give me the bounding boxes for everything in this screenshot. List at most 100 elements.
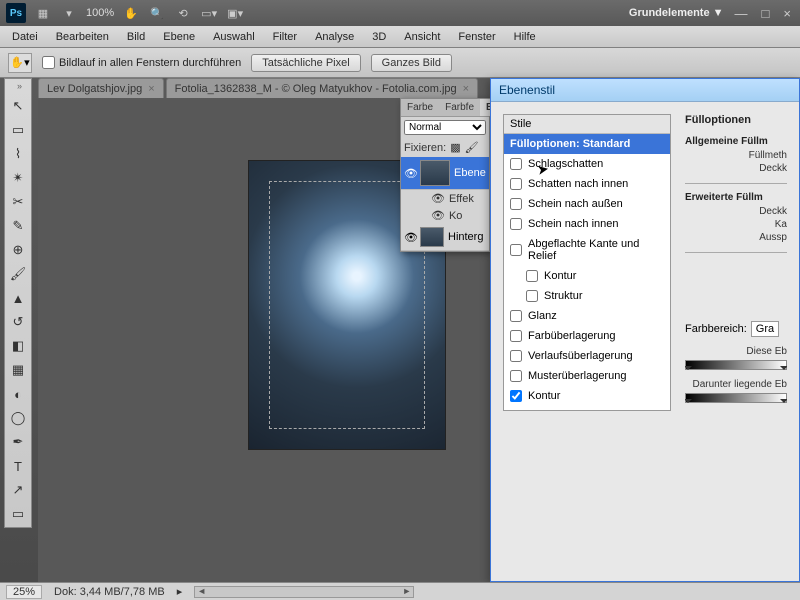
- layer-effect-item[interactable]: 👁Ko: [401, 207, 489, 224]
- layer-name[interactable]: Ebene: [454, 167, 486, 179]
- app-logo: Ps: [6, 3, 26, 23]
- this-layer-label: Diese Eb: [685, 345, 787, 358]
- menu-filter[interactable]: Filter: [265, 29, 305, 45]
- heal-tool[interactable]: ⊕: [7, 239, 29, 261]
- status-doc-size: Dok: 3,44 MB/7,78 MB: [54, 586, 165, 598]
- rotate-icon[interactable]: ⟲: [174, 4, 192, 22]
- visibility-icon[interactable]: 👁: [431, 209, 445, 222]
- underlying-slider[interactable]: [685, 393, 787, 403]
- document-tab-1[interactable]: Lev Dolgatshjov.jpg×: [38, 78, 164, 98]
- scroll-all-checkbox[interactable]: Bildlauf in allen Fenstern durchführen: [42, 56, 241, 69]
- style-inner-glow[interactable]: Schein nach innen: [504, 214, 670, 234]
- menu-fenster[interactable]: Fenster: [450, 29, 503, 45]
- crop-tool[interactable]: ✂: [7, 191, 29, 213]
- screen-mode-icon[interactable]: ▣▾: [226, 4, 244, 22]
- menu-ebene[interactable]: Ebene: [155, 29, 203, 45]
- visibility-icon[interactable]: 👁: [404, 167, 416, 179]
- minimize-button[interactable]: —: [732, 6, 751, 21]
- zoom-level[interactable]: 100%: [86, 7, 114, 19]
- options-bar: ✋▾ Bildlauf in allen Fenstern durchführe…: [0, 48, 800, 78]
- style-contour[interactable]: Kontur: [504, 266, 670, 286]
- menu-datei[interactable]: Datei: [4, 29, 46, 45]
- blur-tool[interactable]: ◐: [7, 383, 29, 405]
- style-bevel-emboss[interactable]: Abgeflachte Kante und Relief: [504, 234, 670, 266]
- gradient-tool[interactable]: ▦: [7, 359, 29, 381]
- style-texture[interactable]: Struktur: [504, 286, 670, 306]
- general-fill-label: Allgemeine Füllm: [685, 136, 787, 147]
- blend-mode-select[interactable]: Normal: [404, 120, 486, 135]
- path-tool[interactable]: ↗: [7, 479, 29, 501]
- menu-auswahl[interactable]: Auswahl: [205, 29, 263, 45]
- visibility-icon[interactable]: 👁: [404, 231, 416, 243]
- layer-thumbnail[interactable]: [420, 227, 444, 247]
- style-stroke[interactable]: Kontur: [504, 386, 670, 406]
- lock-paint-icon[interactable]: 🖌: [465, 141, 479, 154]
- document-tab-2[interactable]: Fotolia_1362838_M - © Oleg Matyukhov - F…: [166, 78, 478, 98]
- blend-if-select[interactable]: Gra: [751, 321, 779, 337]
- menu-bild[interactable]: Bild: [119, 29, 153, 45]
- style-pattern-overlay[interactable]: Musterüberlagerung: [504, 366, 670, 386]
- horizontal-scrollbar[interactable]: [194, 586, 414, 598]
- style-satin[interactable]: Glanz: [504, 306, 670, 326]
- style-drop-shadow[interactable]: Schlagschatten: [504, 154, 670, 174]
- menu-hilfe[interactable]: Hilfe: [506, 29, 544, 45]
- layer-name[interactable]: Hinterg: [448, 231, 483, 243]
- visibility-icon[interactable]: 👁: [431, 192, 445, 205]
- opacity2-label: Deckk: [685, 205, 787, 218]
- wand-tool[interactable]: ✴: [7, 167, 29, 189]
- stamp-tool[interactable]: ▲: [7, 287, 29, 309]
- close-tab-icon[interactable]: ×: [148, 83, 154, 95]
- hand-icon[interactable]: ✋: [122, 4, 140, 22]
- workspace-switcher[interactable]: Grundelemente ▼: [629, 7, 724, 19]
- pen-tool[interactable]: ✒: [7, 431, 29, 453]
- menu-ansicht[interactable]: Ansicht: [396, 29, 448, 45]
- styles-list-header: Stile: [504, 115, 670, 134]
- brush-tool[interactable]: 🖌: [7, 263, 29, 285]
- shape-tool[interactable]: ▭: [7, 503, 29, 525]
- close-tab-icon[interactable]: ×: [463, 83, 469, 95]
- menu-3d[interactable]: 3D: [364, 29, 394, 45]
- toolbox: » ↖ ▭ ⌇ ✴ ✂ ✎ ⊕ 🖌 ▲ ↺ ◧ ▦ ◐ ◯ ✒ T ↗ ▭: [4, 78, 32, 528]
- styles-list: Stile Fülloptionen: Standard Schlagschat…: [503, 114, 671, 411]
- style-inner-shadow[interactable]: Schatten nach innen: [504, 174, 670, 194]
- actual-pixels-button[interactable]: Tatsächliche Pixel: [251, 54, 360, 72]
- bridge-icon[interactable]: ▦: [34, 4, 52, 22]
- layer-thumbnail[interactable]: [420, 160, 450, 186]
- maximize-button[interactable]: □: [759, 6, 773, 21]
- status-menu-icon[interactable]: ▸: [177, 585, 183, 598]
- panel-tab-farbfelder[interactable]: Farbfe: [439, 99, 480, 116]
- current-tool-icon[interactable]: ✋▾: [8, 53, 32, 73]
- history-brush-tool[interactable]: ↺: [7, 311, 29, 333]
- close-button[interactable]: ×: [780, 6, 794, 21]
- lasso-tool[interactable]: ⌇: [7, 143, 29, 165]
- layer-row[interactable]: 👁 Hinterg: [401, 224, 489, 251]
- style-gradient-overlay[interactable]: Verlaufsüberlagerung: [504, 346, 670, 366]
- dodge-tool[interactable]: ◯: [7, 407, 29, 429]
- layers-panel: Farbe Farbfe Eb Normal Fixieren:▩🖌 👁 Ebe…: [400, 98, 490, 252]
- panel-tab-farbe[interactable]: Farbe: [401, 99, 439, 116]
- type-tool[interactable]: T: [7, 455, 29, 477]
- fill-options-panel: Fülloptionen Allgemeine Füllm Füllmeth D…: [685, 114, 787, 411]
- this-layer-slider[interactable]: [685, 360, 787, 370]
- marquee-tool[interactable]: ▭: [7, 119, 29, 141]
- lock-row: Fixieren:▩🖌: [401, 138, 489, 157]
- menu-bearbeiten[interactable]: Bearbeiten: [48, 29, 117, 45]
- status-zoom[interactable]: 25%: [6, 585, 42, 599]
- style-fill-options[interactable]: Fülloptionen: Standard: [504, 134, 670, 154]
- history-icon[interactable]: ▾: [60, 4, 78, 22]
- eyedropper-tool[interactable]: ✎: [7, 215, 29, 237]
- eraser-tool[interactable]: ◧: [7, 335, 29, 357]
- menu-analyse[interactable]: Analyse: [307, 29, 362, 45]
- fit-screen-button[interactable]: Ganzes Bild: [371, 54, 452, 72]
- lock-transparency-icon[interactable]: ▩: [450, 141, 460, 154]
- arrange-icon[interactable]: ▭▾: [200, 4, 218, 22]
- move-tool[interactable]: ↖: [7, 95, 29, 117]
- zoom-icon[interactable]: 🔍: [148, 4, 166, 22]
- style-outer-glow[interactable]: Schein nach außen: [504, 194, 670, 214]
- toolbox-expand-icon[interactable]: »: [17, 81, 29, 93]
- layer-row[interactable]: 👁 Ebene: [401, 157, 489, 190]
- title-bar: Ps ▦ ▾ 100% ✋ 🔍 ⟲ ▭▾ ▣▾ Grundelemente ▼ …: [0, 0, 800, 26]
- layer-effects-row[interactable]: 👁Effek: [401, 190, 489, 207]
- style-color-overlay[interactable]: Farbüberlagerung: [504, 326, 670, 346]
- advanced-fill-label: Erweiterte Füllm: [685, 192, 787, 203]
